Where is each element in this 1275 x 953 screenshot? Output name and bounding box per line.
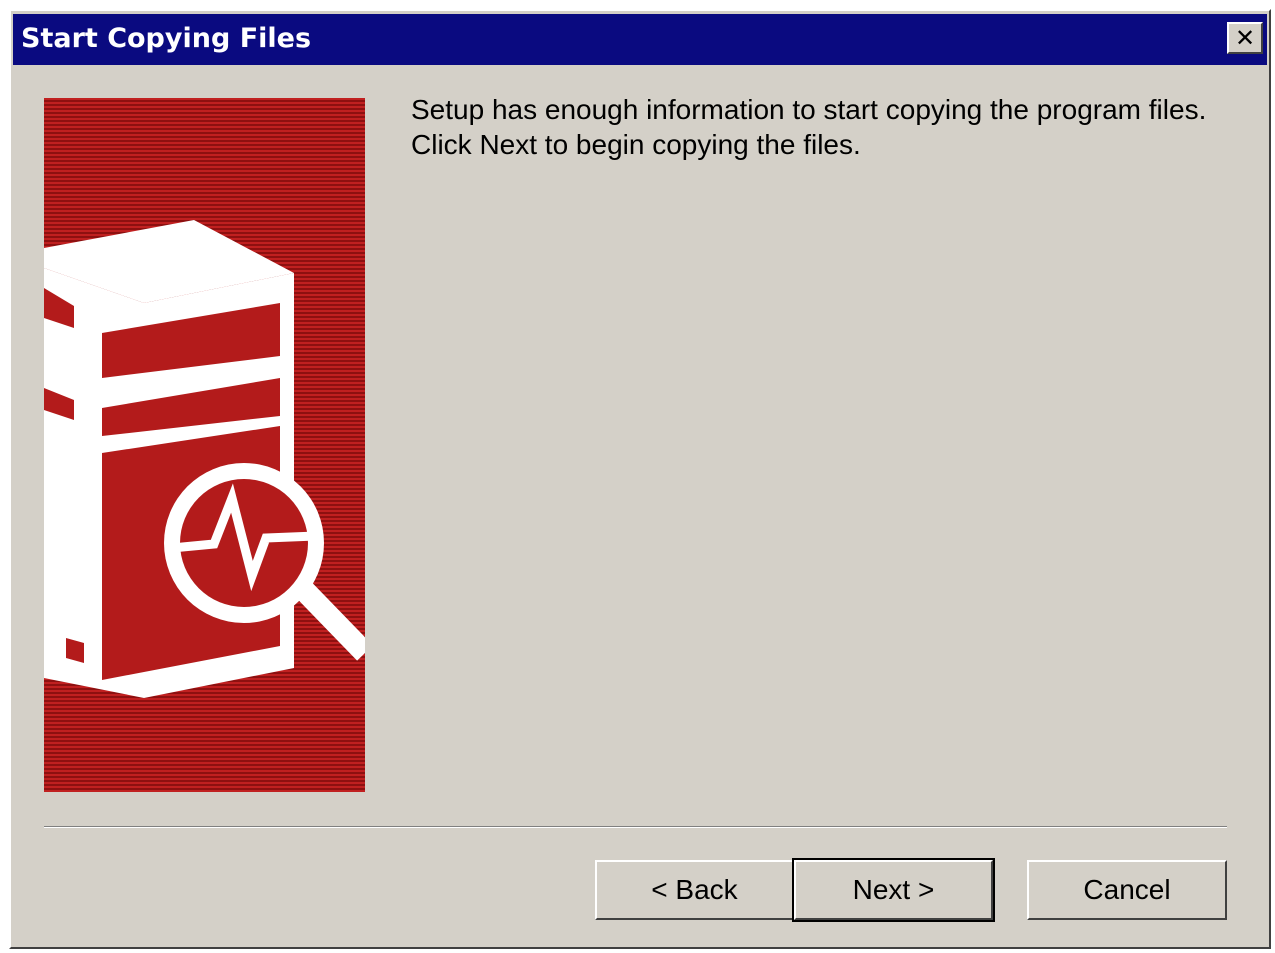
next-button[interactable]: Next > — [792, 858, 995, 922]
window-title: Start Copying Files — [21, 23, 312, 54]
close-icon: ✕ — [1234, 24, 1256, 52]
cancel-button[interactable]: Cancel — [1027, 860, 1227, 920]
instruction-line-2: Click Next to begin copying the files. — [411, 129, 861, 160]
instruction-text: Setup has enough information to start co… — [411, 92, 1241, 162]
title-bar[interactable]: Start Copying Files ✕ — [13, 14, 1267, 65]
instruction-line-1: Setup has enough information to start co… — [411, 94, 1207, 125]
server-diagnostics-icon — [44, 220, 365, 698]
back-button[interactable]: < Back — [595, 860, 794, 920]
setup-banner-image — [44, 98, 365, 792]
close-button[interactable]: ✕ — [1227, 22, 1263, 54]
separator-line — [44, 826, 1227, 828]
